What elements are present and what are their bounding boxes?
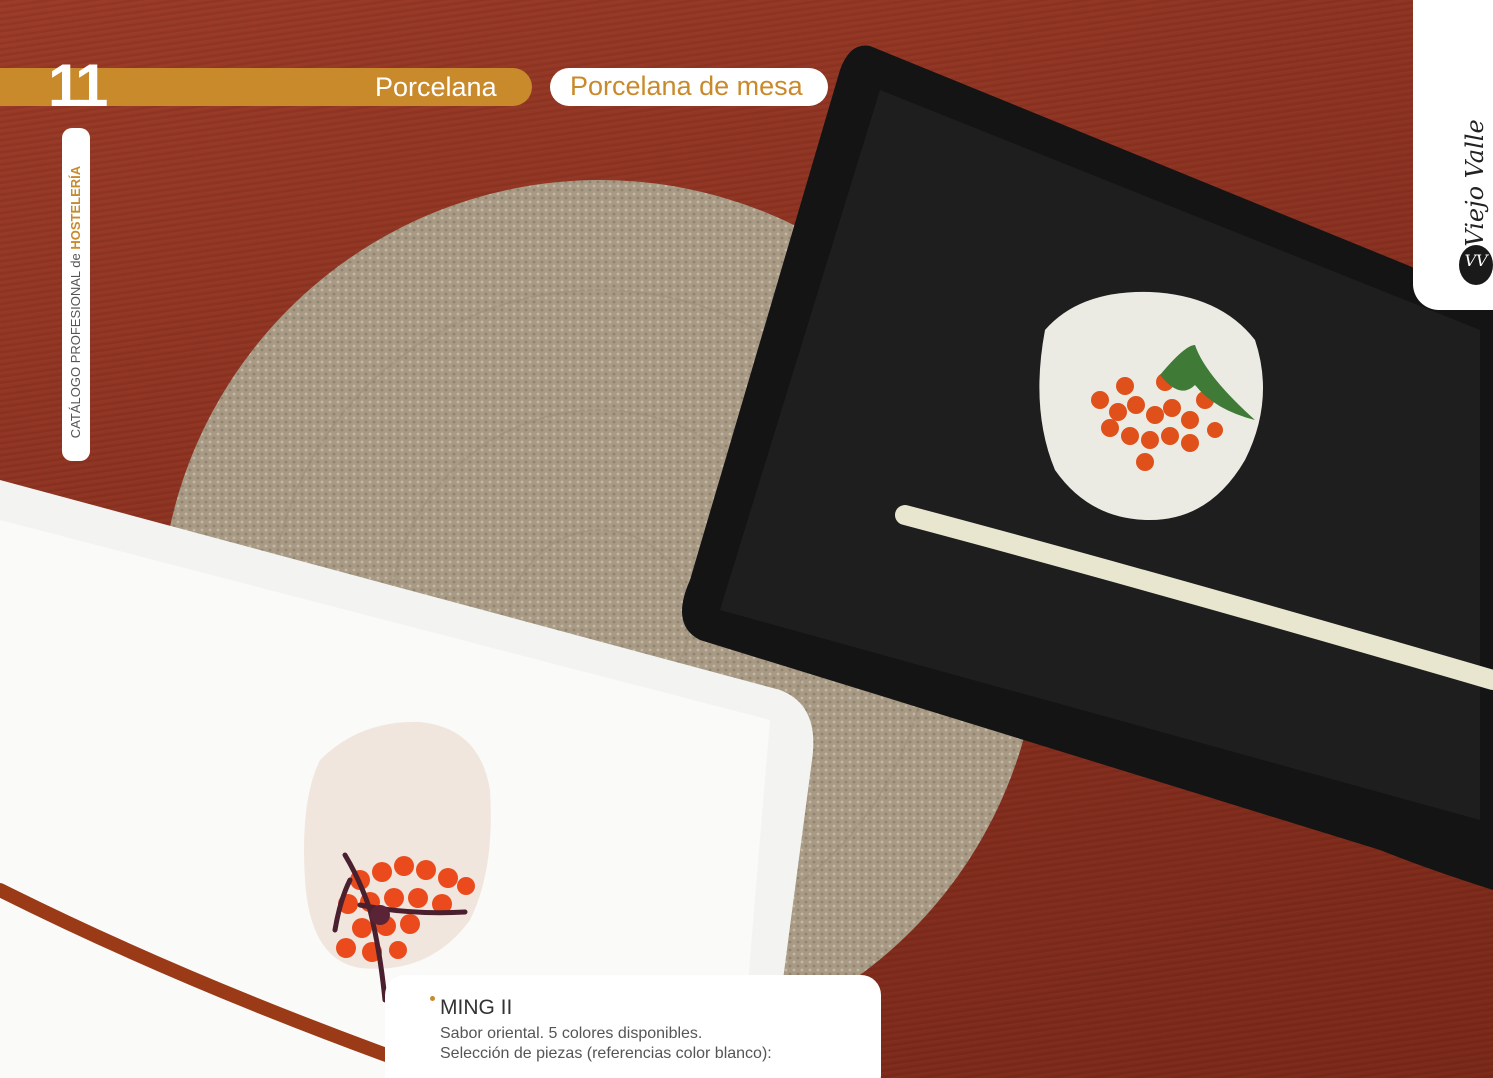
brand-logo: VV xyxy=(1459,245,1493,285)
bullet-icon xyxy=(430,996,435,1001)
product-photo xyxy=(0,45,1493,1078)
section-title: Porcelana xyxy=(375,72,497,102)
subsection-title: Porcelana de mesa xyxy=(570,71,803,101)
product-description: Sabor oriental. 5 colores disponibles. S… xyxy=(440,1024,772,1064)
brand-logo-text: VV xyxy=(1464,251,1488,270)
product-name: MING II xyxy=(440,996,513,1019)
chapter-number: 11 xyxy=(48,52,108,119)
side-label-emphasis: HOSTELERÍA xyxy=(68,165,83,250)
catalog-side-label: CATÁLOGO PROFESIONAL de HOSTELERÍA xyxy=(68,142,84,462)
product-description-line: Selección de piezas (referencias color b… xyxy=(440,1045,772,1062)
side-label-prefix: CATÁLOGO PROFESIONAL de xyxy=(68,249,83,439)
subsection-pill: Porcelana de mesa xyxy=(550,68,828,106)
product-description-line: Sabor oriental. 5 colores disponibles. xyxy=(440,1025,703,1042)
catalog-page: 11 Porcelana Porcelana de mesa CATÁLOGO … xyxy=(0,0,1493,1078)
